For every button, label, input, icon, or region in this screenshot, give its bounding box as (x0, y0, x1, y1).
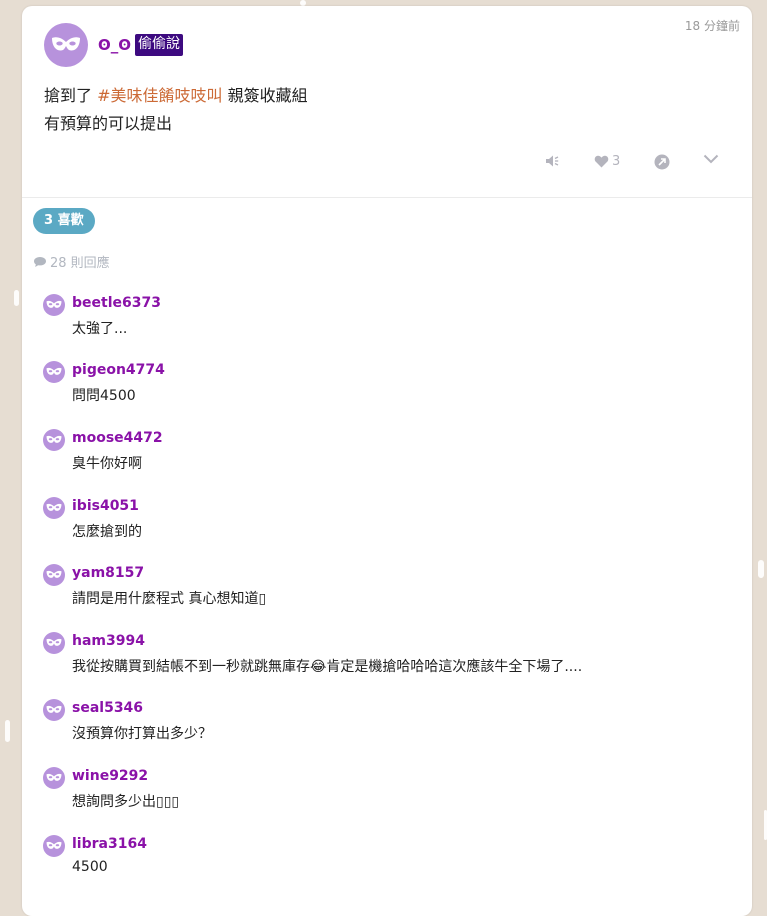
more-button[interactable] (703, 154, 719, 164)
comment-username[interactable]: yam8157 (72, 565, 144, 581)
author-name[interactable]: ʘ_ʘ (98, 36, 131, 54)
likes-badge[interactable]: 3 喜歡 (33, 208, 95, 234)
comment-avatar[interactable] (43, 835, 65, 857)
speaker-mute-icon (546, 155, 559, 167)
post-text-suffix: 親簽收藏組 (227, 86, 308, 105)
comment-avatar[interactable] (43, 632, 65, 654)
post-line-1: 搶到了 #美味佳餚吱吱叫 親簽收藏組 (44, 82, 308, 110)
speech-bubble-icon (34, 256, 46, 267)
comment-text: 沒預算你打算出多少？ (72, 726, 212, 742)
mute-button[interactable] (545, 154, 559, 168)
comment-username[interactable]: libra3164 (72, 836, 147, 852)
comment-text: 4500 (72, 859, 108, 875)
comment-text: 想詢問多少出▯▯▯ (72, 794, 180, 810)
author-badge: 偷偷說 (135, 34, 184, 56)
mask-icon (46, 300, 62, 308)
heart-icon (594, 155, 609, 168)
comment-username[interactable]: pigeon4774 (72, 362, 165, 378)
post-text-prefix: 搶到了 (44, 86, 93, 105)
like-count: 3 (612, 154, 621, 169)
mask-icon (46, 435, 62, 443)
comment-text: 請問是用什麼程式 真心想知道▯ (72, 591, 267, 607)
mask-icon (46, 503, 62, 511)
background-mark (758, 560, 764, 578)
comment-text: 太強了... (72, 321, 128, 337)
share-button[interactable] (654, 154, 670, 170)
comment-text: 我從按購買到結帳不到一秒就跳無庫存😂肯定是機搶哈哈哈這次應該牛全下場了.... (72, 659, 583, 675)
mask-icon (46, 570, 62, 578)
comment-username[interactable]: ibis4051 (72, 498, 139, 514)
comment-avatar[interactable] (43, 429, 65, 451)
reply-count-label: 28 則回應 (50, 256, 110, 271)
reply-count: 28 則回應 (33, 252, 110, 271)
mask-icon (46, 773, 62, 781)
post-time: 18 分鐘前 (684, 19, 740, 33)
mask-icon (46, 705, 62, 713)
author-row: ʘ_ʘ 偷偷說 (98, 34, 184, 56)
divider (22, 197, 752, 198)
comment-username[interactable]: beetle6373 (72, 295, 161, 311)
comment-username[interactable]: ham3994 (72, 633, 145, 649)
mask-icon (46, 638, 62, 646)
mask-icon (46, 367, 62, 375)
comment-text: 臭牛你好啊 (72, 456, 142, 472)
post-line-2: 有預算的可以提出 (44, 114, 173, 133)
mask-icon (46, 841, 62, 849)
comment-avatar[interactable] (43, 294, 65, 316)
comment-avatar[interactable] (43, 497, 65, 519)
post-card: ʘ_ʘ 偷偷說 18 分鐘前 搶到了 #美味佳餚吱吱叫 親簽收藏組 有預算的可以… (22, 6, 752, 916)
comment-text: 問問4500 (72, 388, 136, 404)
comment-avatar[interactable] (43, 361, 65, 383)
background-mark (5, 720, 10, 742)
like-button[interactable]: 3 (594, 154, 620, 169)
chevron-down-icon (703, 154, 719, 164)
post-content: 搶到了 #美味佳餚吱吱叫 親簽收藏組 有預算的可以提出 (44, 82, 308, 138)
author-avatar[interactable] (44, 23, 88, 67)
comment-avatar[interactable] (43, 699, 65, 721)
post-actions: 3 (22, 154, 752, 174)
comment-username[interactable]: moose4472 (72, 430, 163, 446)
comment-avatar[interactable] (43, 767, 65, 789)
comment-avatar[interactable] (43, 564, 65, 586)
comment-username[interactable]: seal5346 (72, 700, 143, 716)
mask-icon (52, 37, 80, 51)
background-mark (14, 290, 19, 306)
share-icon (654, 154, 670, 170)
post-hashtag[interactable]: #美味佳餚吱吱叫 (97, 86, 222, 105)
comment-username[interactable]: wine9292 (72, 768, 148, 784)
comment-text: 怎麼搶到的 (72, 524, 142, 540)
